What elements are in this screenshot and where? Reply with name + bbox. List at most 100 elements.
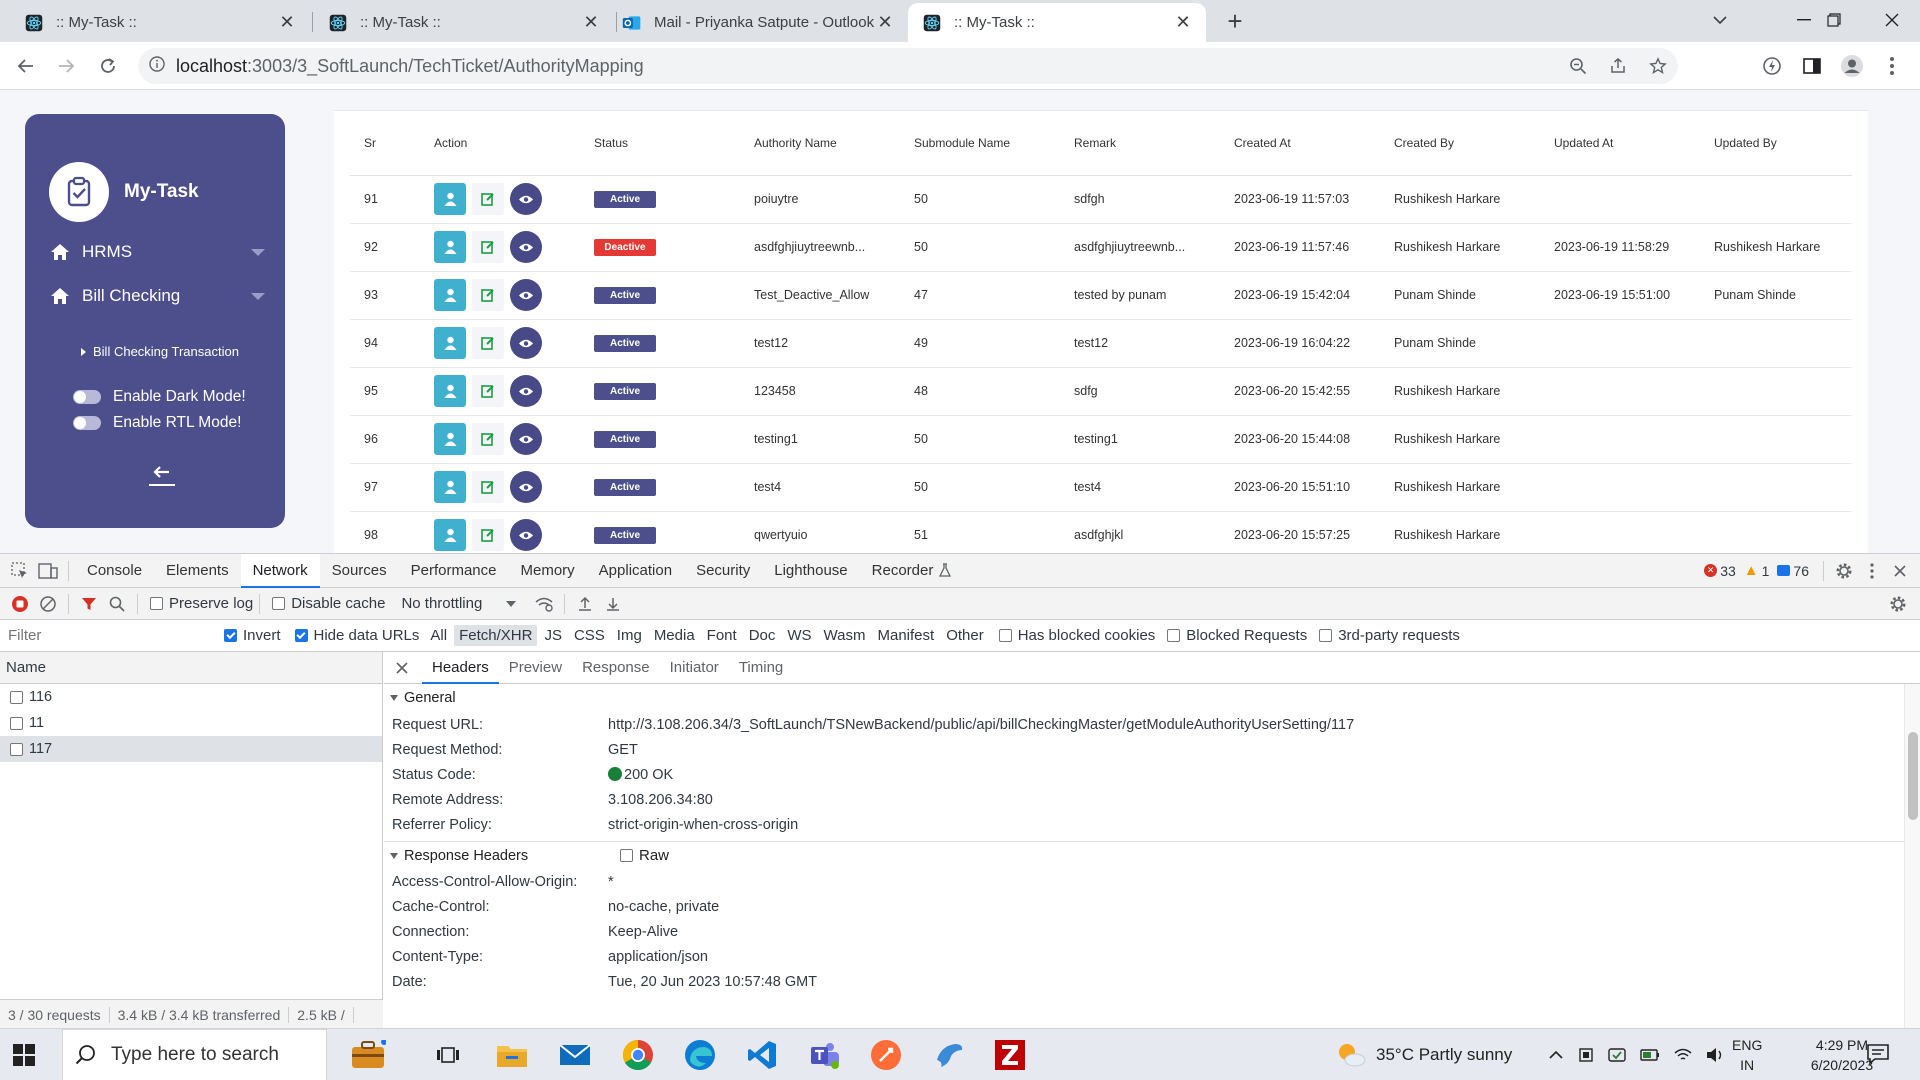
network-settings-gear-icon[interactable] [1884,595,1912,613]
edit-button[interactable] [472,231,504,263]
notification-icon[interactable] [1866,1043,1890,1069]
third-party-checkbox[interactable]: 3rd-party requests [1319,627,1460,644]
sidebar-item-bill-checking[interactable]: Bill Checking [50,286,265,306]
blocked-cookies-checkbox[interactable]: Has blocked cookies [998,627,1155,644]
more-menu-icon[interactable] [1880,54,1904,78]
request-row[interactable]: 11 [0,710,382,736]
hide-data-urls-checkbox[interactable]: Hide data URLs [294,627,419,644]
import-har-icon[interactable] [571,596,599,612]
address-bar[interactable]: localhost:3003/3_SoftLaunch/TechTicket/A… [138,48,1678,84]
taskbar-search-box[interactable]: Type here to search [62,1029,327,1080]
view-button[interactable] [510,183,542,215]
throttling-select[interactable]: No throttling [401,595,517,612]
browser-tab-4[interactable]: :: My-Task :: ✕ [908,3,1206,42]
devtools-tab-elements[interactable]: Elements [154,554,241,588]
devtools-tab-memory[interactable]: Memory [509,554,587,588]
devtools-tab-application[interactable]: Application [587,554,684,588]
details-tab-headers[interactable]: Headers [422,652,499,684]
task-view-icon[interactable] [428,1037,468,1073]
details-scrollbar[interactable] [1904,684,1920,1029]
edit-button[interactable] [472,375,504,407]
disable-cache-checkbox[interactable]: Disable cache [272,595,385,612]
warning-count[interactable]: ▲ 1 [1744,562,1770,579]
clear-icon[interactable] [34,595,62,613]
error-count[interactable]: ✕ 33 [1704,563,1736,579]
filter-type-css[interactable]: CSS [569,625,610,646]
user-mapping-button[interactable] [434,423,466,455]
view-button[interactable] [510,279,542,311]
teams-icon[interactable] [805,1037,845,1073]
devtools-tab-network[interactable]: Network [240,553,320,588]
file-explorer-icon[interactable] [492,1037,532,1073]
inspect-element-icon[interactable] [6,561,34,580]
search-icon[interactable] [103,596,131,612]
view-button[interactable] [510,519,542,551]
preserve-log-checkbox[interactable]: Preserve log [150,595,253,612]
reload-icon[interactable] [92,50,124,82]
filter-type-wasm[interactable]: Wasm [819,625,871,646]
user-mapping-button[interactable] [434,231,466,263]
message-count[interactable]: 76 [1777,563,1809,579]
view-button[interactable] [510,375,542,407]
user-mapping-button[interactable] [434,519,466,551]
toggle-switch[interactable] [73,390,101,404]
share-icon[interactable] [1606,54,1630,78]
details-tab-initiator[interactable]: Initiator [660,652,729,684]
filter-input[interactable] [0,623,210,648]
col-submodule-name[interactable]: Submodule Name [900,111,1060,176]
dbeaver-icon[interactable] [929,1037,969,1073]
collapse-sidebar-button[interactable] [144,462,180,490]
input-language[interactable]: ENG IN [1732,1029,1762,1080]
user-mapping-button[interactable] [434,279,466,311]
devtools-tab-performance[interactable]: Performance [399,554,509,588]
devtools-tab-sources[interactable]: Sources [320,554,399,588]
edit-button[interactable] [472,279,504,311]
dark-mode-toggle[interactable]: Enable Dark Mode! [73,388,246,406]
windows-start-icon[interactable] [12,1043,36,1071]
mail-icon[interactable] [555,1037,595,1073]
blocked-requests-checkbox[interactable]: Blocked Requests [1167,627,1307,644]
weather-widget[interactable]: 35°C Partly sunny [1336,1029,1512,1080]
sidebar-subitem-bill-checking-transaction[interactable]: Bill Checking Transaction [81,344,239,359]
briefcase-app-icon[interactable] [348,1037,388,1073]
toggle-switch[interactable] [73,416,101,430]
site-info-icon[interactable] [138,56,176,76]
close-icon[interactable]: ✕ [278,12,296,33]
filter-type-media[interactable]: Media [649,625,700,646]
more-options-icon[interactable] [1858,562,1886,579]
filter-type-all[interactable]: All [425,625,452,646]
edit-button[interactable] [472,327,504,359]
col-updated-at[interactable]: Updated At [1540,111,1700,176]
col-updated-by[interactable]: Updated By [1700,111,1852,176]
filter-funnel-icon[interactable] [75,596,103,612]
filter-type-ws[interactable]: WS [782,625,816,646]
rtl-mode-toggle[interactable]: Enable RTL Mode! [73,414,241,432]
view-button[interactable] [510,423,542,455]
request-row[interactable]: 117 [0,736,382,762]
filter-type-doc[interactable]: Doc [744,625,781,646]
filter-type-font[interactable]: Font [702,625,742,646]
view-button[interactable] [510,327,542,359]
user-mapping-button[interactable] [434,327,466,359]
filter-type-js[interactable]: JS [539,625,567,646]
filezilla-icon[interactable] [990,1037,1030,1073]
col-authority-name[interactable]: Authority Name [740,111,900,176]
edit-button[interactable] [472,519,504,551]
close-details-icon[interactable] [388,661,416,674]
col-created-at[interactable]: Created At [1220,111,1380,176]
browser-tab-1[interactable]: :: My-Task :: ✕ [10,3,310,42]
user-mapping-button[interactable] [434,471,466,503]
close-devtools-icon[interactable] [1886,564,1914,577]
details-tab-response[interactable]: Response [572,652,660,684]
postman-icon[interactable] [866,1037,906,1073]
user-mapping-button[interactable] [434,375,466,407]
tab-search-icon[interactable] [1692,0,1748,40]
close-icon[interactable]: ✕ [876,12,894,33]
edit-button[interactable] [472,183,504,215]
response-headers-section-header[interactable]: Response Headers Raw [384,841,1920,869]
request-row[interactable]: 116 [0,684,382,710]
user-mapping-button[interactable] [434,183,466,215]
zoom-icon[interactable] [1566,54,1590,78]
view-button[interactable] [510,471,542,503]
request-list-header[interactable]: Name [0,652,382,684]
